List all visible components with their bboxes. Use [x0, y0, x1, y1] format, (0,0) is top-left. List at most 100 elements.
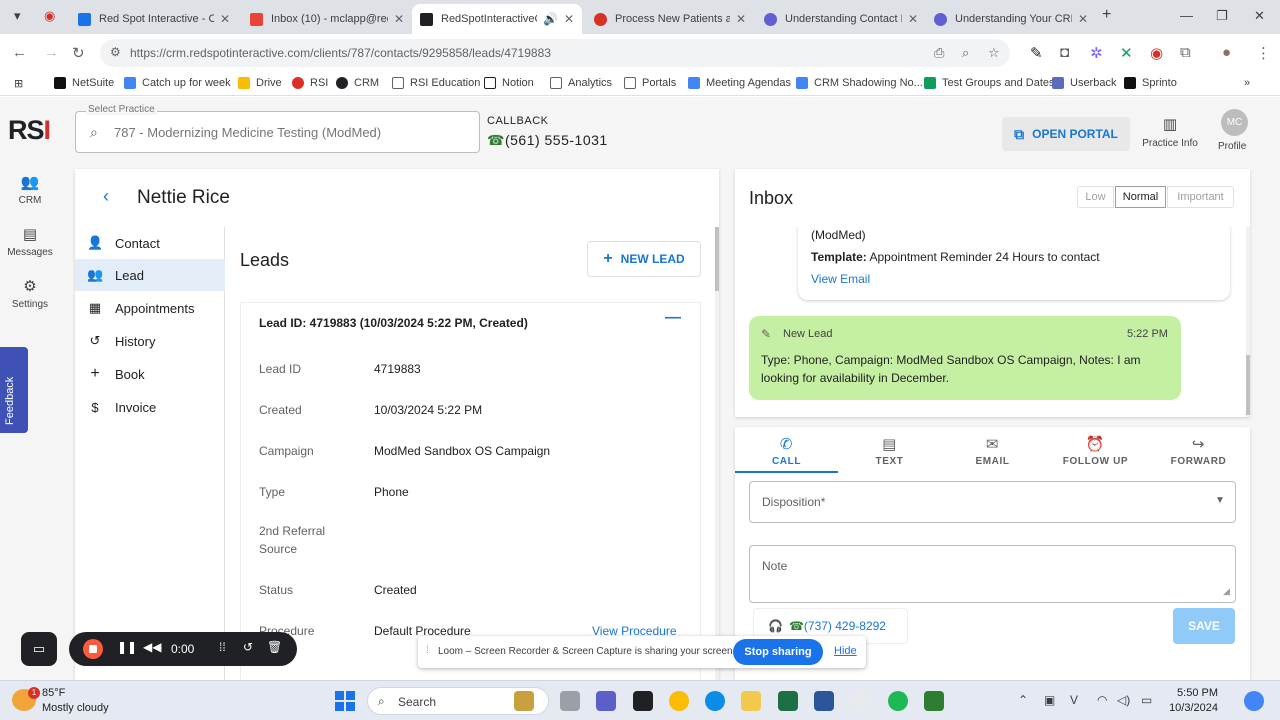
- bookmark-item[interactable]: Drive: [238, 77, 282, 89]
- bookmark-item[interactable]: RSI: [292, 77, 328, 89]
- bookmark-item[interactable]: RSI Education: [392, 77, 480, 89]
- drag-handle-icon[interactable]: ⁞: [426, 645, 429, 656]
- battery-icon[interactable]: ▭: [1141, 693, 1152, 707]
- weather-desc[interactable]: Mostly cloudy: [42, 702, 109, 714]
- tab-email[interactable]: ✉ EMAIL: [941, 435, 1044, 467]
- stop-sharing-button[interactable]: Stop sharing: [733, 639, 823, 665]
- reload-icon[interactable]: ↻: [72, 44, 85, 62]
- clock-time[interactable]: 5:50 PM: [1172, 687, 1218, 699]
- scroll-thumb[interactable]: [1246, 355, 1250, 415]
- edge-icon[interactable]: [705, 691, 725, 711]
- more-bookmarks-icon[interactable]: »: [1244, 77, 1250, 89]
- restore-icon[interactable]: ❐: [1216, 8, 1228, 24]
- practice-value[interactable]: 787 - Modernizing Medicine Testing (ModM…: [114, 125, 381, 140]
- bookmark-item[interactable]: Meeting Agendas: [688, 77, 791, 89]
- close-icon[interactable]: ✕: [394, 12, 404, 26]
- install-icon[interactable]: ⎙: [934, 45, 944, 61]
- extension-icon[interactable]: ◉: [1150, 44, 1163, 62]
- zoom-icon[interactable]: ⌕: [962, 45, 969, 61]
- rewind-icon[interactable]: ◀◀: [143, 640, 161, 654]
- close-icon[interactable]: ✕: [908, 12, 918, 26]
- browser-tab[interactable]: Understanding Your CRM ✕: [926, 4, 1096, 34]
- volume-icon[interactable]: ◁): [1117, 693, 1130, 707]
- slack-icon[interactable]: [851, 691, 871, 711]
- close-icon[interactable]: ✕: [1078, 12, 1088, 26]
- loom-stop-button[interactable]: [83, 639, 103, 659]
- practice-info-button[interactable]: ▥ Practice Info: [1140, 115, 1200, 149]
- bookmark-item[interactable]: Portals: [624, 77, 676, 89]
- bookmark-item[interactable]: Userback: [1052, 77, 1116, 89]
- save-button[interactable]: SAVE: [1173, 608, 1235, 644]
- teams-icon[interactable]: [596, 691, 616, 711]
- tab-search-icon[interactable]: ▾: [14, 8, 21, 24]
- nav-item-book[interactable]: + Book: [75, 358, 225, 390]
- profile-label[interactable]: Profile: [1218, 141, 1246, 152]
- priority-low[interactable]: Low: [1077, 186, 1114, 208]
- bookmark-item[interactable]: Analytics: [550, 77, 612, 89]
- close-icon[interactable]: ✕: [220, 12, 230, 26]
- profile-avatar[interactable]: MC: [1221, 109, 1248, 136]
- url-text[interactable]: https://crm.redspotinteractive.com/clien…: [130, 46, 551, 60]
- bookmark-star-icon[interactable]: ☆: [988, 45, 1000, 61]
- vectorworks-icon[interactable]: [633, 691, 653, 711]
- lead-header[interactable]: Lead ID: 4719883 (10/03/2024 5:22 PM, Cr…: [259, 316, 528, 330]
- wifi-icon[interactable]: ◠: [1097, 693, 1107, 707]
- restart-icon[interactable]: ↺: [243, 640, 253, 654]
- forward-arrow-icon[interactable]: →: [44, 44, 59, 61]
- pause-icon[interactable]: ❚❚: [117, 640, 137, 654]
- record-icon[interactable]: ◉: [44, 8, 55, 24]
- collapse-icon[interactable]: —: [665, 309, 681, 327]
- tray-app-icon[interactable]: ▣: [1044, 693, 1055, 707]
- apps-grid-icon[interactable]: ⊞: [14, 77, 23, 90]
- bookmark-item[interactable]: Test Groups and Dates: [924, 77, 1055, 89]
- browser-tab-active[interactable]: RedSpotInteractiveCR 🔊 ✕: [412, 4, 582, 34]
- task-view-icon[interactable]: [560, 691, 580, 711]
- hide-link[interactable]: Hide: [834, 645, 857, 657]
- bookmark-item[interactable]: CRM Shadowing No...: [796, 77, 923, 89]
- nav-item-lead[interactable]: 👥 Lead: [75, 259, 225, 291]
- tray-app-icon[interactable]: V: [1070, 693, 1078, 707]
- nav-item-invoice[interactable]: $ Invoice: [75, 391, 225, 423]
- close-icon[interactable]: ✕: [736, 12, 746, 26]
- back-arrow-icon[interactable]: ←: [12, 44, 27, 61]
- tab-forward[interactable]: ↪ FORWARD: [1147, 435, 1250, 467]
- tab-text[interactable]: ▤ TEXT: [838, 435, 941, 467]
- browser-tab[interactable]: Understanding Contact P ✕: [756, 4, 926, 34]
- message-thread[interactable]: (ModMed) Template: Appointment Reminder …: [735, 227, 1250, 417]
- feedback-tab[interactable]: Feedback: [0, 347, 28, 433]
- address-bar[interactable]: ⚙ https://crm.redspotinteractive.com/cli…: [100, 39, 1010, 67]
- priority-important[interactable]: Important: [1167, 186, 1234, 208]
- practice-select[interactable]: Select Practice ⌕ 787 - Modernizing Medi…: [75, 104, 480, 153]
- tab-follow-up[interactable]: ⏰ FOLLOW UP: [1044, 435, 1147, 467]
- menu-dots-icon[interactable]: ⋮: [1256, 44, 1271, 62]
- weather-temp[interactable]: 85°F: [42, 687, 65, 699]
- note-field[interactable]: Note ◢: [749, 545, 1236, 603]
- close-icon[interactable]: ✕: [564, 12, 574, 26]
- open-portal-button[interactable]: ⧉ OPEN PORTAL: [1002, 117, 1130, 151]
- grid-icon[interactable]: ⁞⁞: [219, 640, 226, 654]
- disposition-select[interactable]: Disposition* ▼: [749, 481, 1236, 523]
- spotify-icon[interactable]: [888, 691, 908, 711]
- briefcase-icon[interactable]: [514, 691, 534, 711]
- nav-item-appointments[interactable]: ▦ Appointments: [75, 292, 225, 324]
- word-icon[interactable]: [814, 691, 834, 711]
- chrome-icon[interactable]: [669, 691, 689, 711]
- callback-phone[interactable]: ☎(561) 555-1031: [487, 132, 608, 149]
- bookmark-item[interactable]: Notion: [484, 77, 534, 89]
- pen-icon[interactable]: ✎: [1030, 44, 1043, 62]
- rail-item-messages[interactable]: ▤ Messages: [0, 225, 60, 258]
- extension-icon[interactable]: ✕: [1120, 44, 1133, 62]
- clock-date[interactable]: 10/3/2024: [1164, 702, 1218, 714]
- rail-item-settings[interactable]: ⚙ Settings: [0, 277, 60, 310]
- priority-normal[interactable]: Normal: [1115, 186, 1166, 208]
- nav-item-contact[interactable]: 👤 Contact: [75, 227, 225, 259]
- excel-icon[interactable]: [778, 691, 798, 711]
- puzzle-icon[interactable]: ⧉: [1180, 44, 1191, 61]
- file-explorer-icon[interactable]: [741, 691, 761, 711]
- resize-grip-icon[interactable]: ◢: [1223, 586, 1230, 597]
- app-icon[interactable]: [924, 691, 944, 711]
- browser-tab[interactable]: Process New Patients an ✕: [586, 4, 754, 34]
- camera-icon[interactable]: ◘: [1060, 44, 1069, 61]
- new-tab-icon[interactable]: +: [1102, 6, 1111, 24]
- copilot-icon[interactable]: [1244, 691, 1264, 711]
